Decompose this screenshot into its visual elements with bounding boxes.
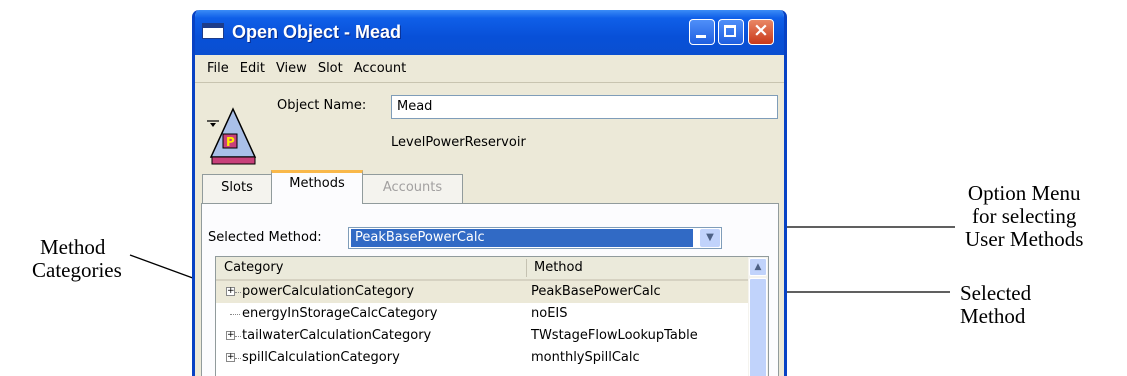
table-row[interactable]: energyInStorageCalcCategory noEIS	[216, 303, 749, 325]
column-header-method[interactable]: Method	[534, 260, 583, 275]
method-table: Category Method + powerCalculationCatego…	[215, 256, 769, 376]
icon-letter: P	[226, 135, 235, 149]
menu-bar: File Edit View Slot Account	[195, 55, 784, 83]
expand-icon[interactable]: +	[226, 353, 235, 362]
category-cell: powerCalculationCategory	[242, 284, 415, 299]
menu-view[interactable]: View	[276, 61, 307, 76]
close-button[interactable]: ×	[748, 19, 774, 45]
object-name-field[interactable]: Mead	[391, 95, 778, 119]
tab-accounts: Accounts	[362, 174, 463, 204]
title-bar[interactable]: Open Object - Mead ×	[195, 10, 784, 55]
window-title: Open Object - Mead	[232, 22, 402, 42]
method-cell: TWstageFlowLookupTable	[531, 328, 698, 343]
tree-connector	[235, 358, 241, 359]
expand-icon[interactable]: +	[226, 331, 235, 340]
table-header: Category Method	[216, 257, 749, 281]
menu-file[interactable]: File	[207, 61, 229, 76]
vertical-scrollbar[interactable]: ▲	[748, 257, 768, 376]
menu-account[interactable]: Account	[354, 61, 407, 76]
window-icon	[202, 23, 224, 39]
category-cell: tailwaterCalculationCategory	[242, 328, 432, 343]
table-row[interactable]: + tailwaterCalculationCategory TWstageFl…	[216, 325, 749, 347]
selected-method-value: PeakBasePowerCalc	[351, 229, 693, 247]
table-row[interactable]: + spillCalculationCategory monthlySpillC…	[216, 347, 749, 369]
column-header-category[interactable]: Category	[224, 260, 283, 275]
category-cell: spillCalculationCategory	[242, 350, 400, 365]
object-name-label: Object Name:	[277, 98, 367, 113]
minimize-button[interactable]	[689, 19, 715, 45]
method-cell: monthlySpillCalc	[531, 350, 640, 365]
method-cell: noEIS	[531, 306, 568, 321]
maximize-button[interactable]	[718, 19, 744, 45]
tree-connector	[230, 314, 240, 315]
menu-edit[interactable]: Edit	[240, 61, 265, 76]
close-icon: ×	[753, 19, 769, 41]
category-cell: energyInStorageCalcCategory	[242, 306, 438, 321]
tab-methods[interactable]: Methods	[271, 170, 363, 204]
tree-connector	[235, 292, 241, 293]
table-row[interactable]: + powerCalculationCategory PeakBasePower…	[216, 281, 749, 303]
expand-icon[interactable]: +	[226, 287, 235, 296]
scroll-up-icon[interactable]: ▲	[749, 258, 767, 276]
open-object-window: Open Object - Mead × File Edit View Slot…	[192, 10, 787, 376]
object-type-label: LevelPowerReservoir	[391, 135, 526, 150]
selected-method-label: Selected Method:	[208, 230, 322, 245]
tab-slots[interactable]: Slots	[202, 174, 272, 204]
tree-connector	[235, 336, 241, 337]
menu-slot[interactable]: Slot	[318, 61, 343, 76]
reservoir-icon: P	[207, 107, 257, 165]
scroll-thumb[interactable]	[749, 278, 767, 376]
chevron-down-icon[interactable]: ▼	[700, 229, 720, 247]
selected-method-dropdown[interactable]: PeakBasePowerCalc ▼	[348, 227, 722, 249]
method-cell: PeakBasePowerCalc	[531, 284, 661, 299]
column-divider[interactable]	[526, 259, 527, 277]
